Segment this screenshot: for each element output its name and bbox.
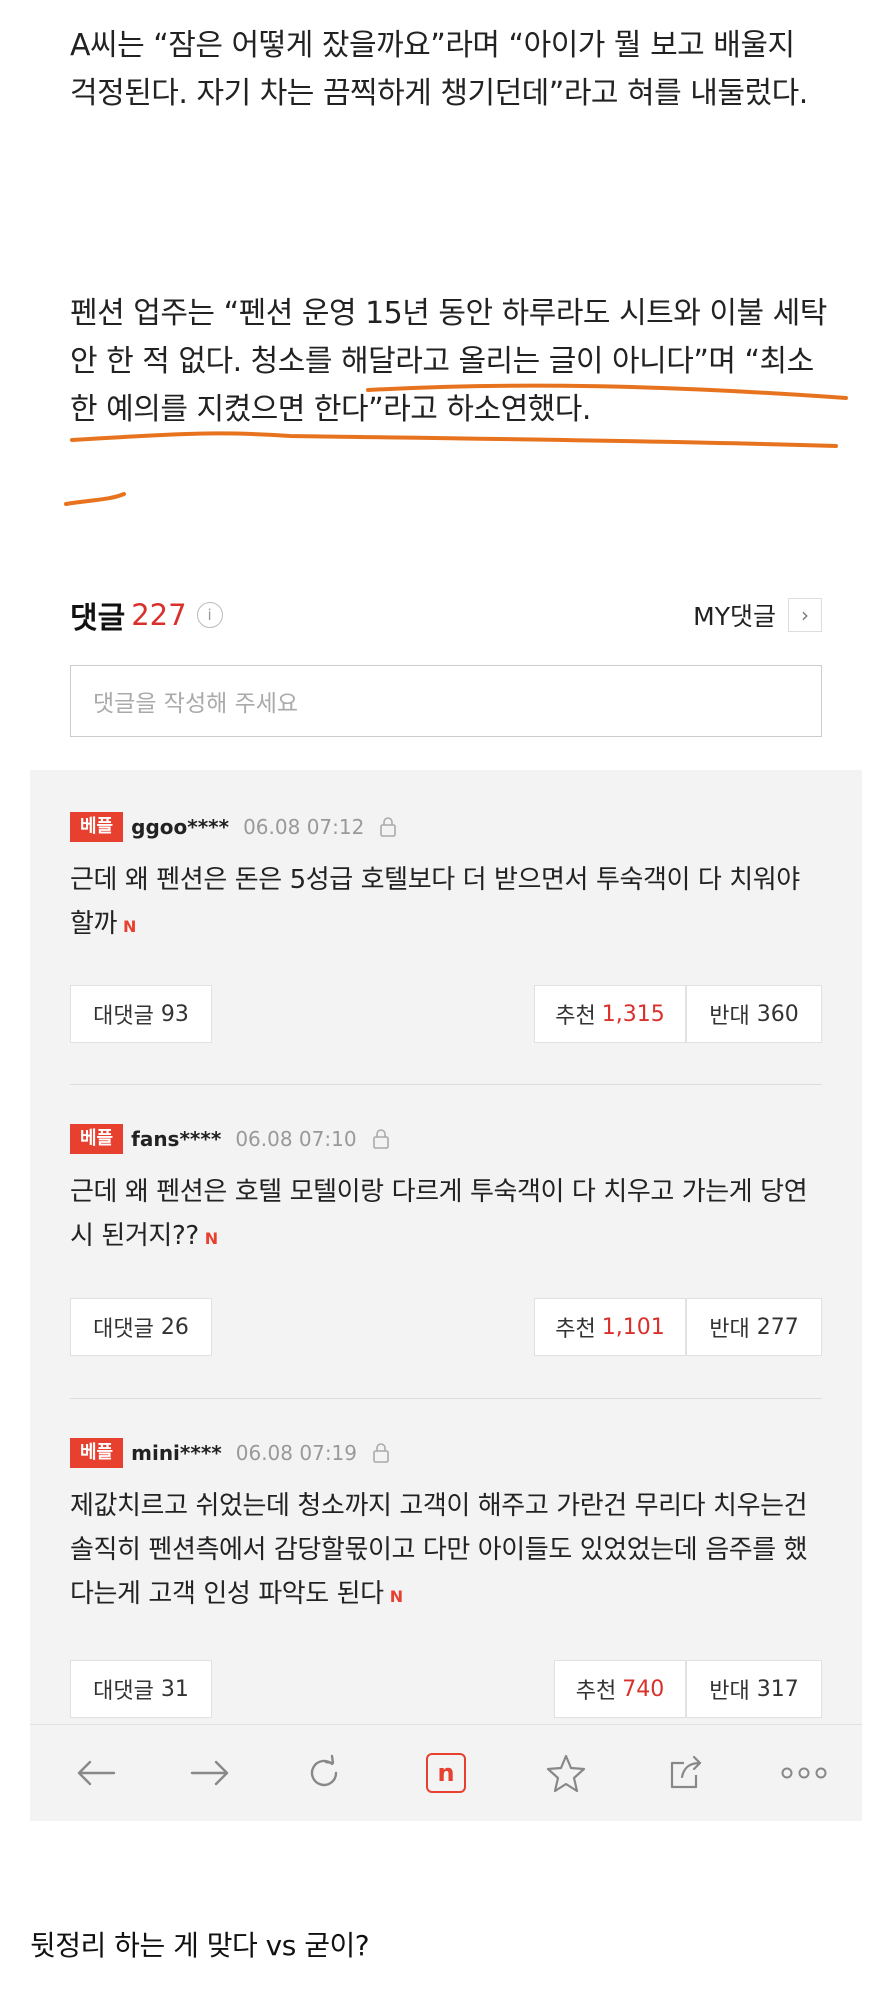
comment-time: 06.08 07:12 xyxy=(243,815,365,839)
back-arrow-icon[interactable] xyxy=(70,1747,122,1799)
comment-user[interactable]: ggoo**** xyxy=(131,815,229,839)
info-icon[interactable]: i xyxy=(196,602,223,628)
reply-button[interactable]: 대댓글 93 xyxy=(70,985,212,1043)
comment-item: 베플 fans**** 06.08 07:10 근데 왜 펜션은 호텔 모텔이랑… xyxy=(70,1122,822,1261)
reply-count: 93 xyxy=(160,1001,189,1027)
upvote-button[interactable]: 추천 740 xyxy=(554,1660,686,1718)
comment-list: 베플 ggoo**** 06.08 07:12 근데 왜 펜션은 돈은 5성급 … xyxy=(30,770,862,1820)
comment-item: 베플 ggoo**** 06.08 07:12 근데 왜 펜션은 돈은 5성급 … xyxy=(70,810,822,949)
comment-divider xyxy=(70,1398,822,1399)
reply-count: 31 xyxy=(160,1676,189,1702)
comment-text: 근데 왜 펜션은 호텔 모텔이랑 다르게 투숙객이 다 치우고 가는게 당연시 … xyxy=(70,1170,822,1261)
article-paragraph-2: 펜션 업주는 “펜션 운영 15년 동안 하루라도 시트와 이불 세탁 안 한 … xyxy=(70,296,827,427)
comment-divider xyxy=(70,1084,822,1085)
downvote-button[interactable]: 반대 317 xyxy=(686,1660,822,1718)
upvote-button[interactable]: 추천 1,101 xyxy=(534,1298,686,1356)
upvote-count: 740 xyxy=(622,1676,665,1702)
new-mark: N xyxy=(389,1587,403,1606)
comment-item: 베플 mini**** 06.08 07:19 제값치르고 쉬었는데 청소까지 … xyxy=(70,1436,822,1619)
comment-input[interactable]: 댓글을 작성해 주세요 xyxy=(70,665,822,737)
downvote-button[interactable]: 반대 277 xyxy=(686,1298,822,1356)
comment-time: 06.08 07:19 xyxy=(235,1441,357,1465)
chevron-right-icon[interactable]: › xyxy=(788,598,822,632)
downvote-count: 277 xyxy=(756,1314,799,1340)
my-comments-label: MY댓글 xyxy=(693,602,776,631)
comment-text-content: 제값치르고 쉬었는데 청소까지 고객이 해주고 가란건 무리다 치우는건 솔직히… xyxy=(70,1491,808,1609)
upvote-button[interactable]: 추천 1,315 xyxy=(534,985,686,1043)
downvote-count: 317 xyxy=(756,1676,799,1702)
upvote-label: 추천 xyxy=(555,1317,596,1342)
share-icon[interactable] xyxy=(660,1747,712,1799)
my-comments-link[interactable]: MY댓글 › xyxy=(693,597,822,633)
more-icon[interactable] xyxy=(774,1747,834,1799)
upvote-count: 1,101 xyxy=(601,1314,665,1340)
article-paragraph-1: A씨는 “잠은 어떻게 잤을까요”라며 “아이가 뭘 보고 배울지 걱정된다. … xyxy=(70,28,808,111)
downvote-label: 반대 xyxy=(709,1317,750,1342)
reply-label: 대댓글 xyxy=(93,1317,154,1342)
comment-actions: 대댓글 31 추천 740 반대 317 xyxy=(70,1660,822,1718)
reply-button[interactable]: 대댓글 31 xyxy=(70,1660,212,1718)
new-mark: N xyxy=(204,1229,218,1248)
upvote-label: 추천 xyxy=(555,1004,596,1029)
comment-meta: 베플 mini**** 06.08 07:19 xyxy=(70,1436,822,1470)
post-caption: 뒷정리 하는 게 맞다 vs 굳이? xyxy=(30,1929,370,1962)
comments-title: 댓글 xyxy=(70,601,126,636)
downvote-label: 반대 xyxy=(709,1679,750,1704)
upvote-count: 1,315 xyxy=(601,1001,665,1027)
downvote-label: 반대 xyxy=(709,1004,750,1029)
new-mark: N xyxy=(123,917,137,936)
comment-time: 06.08 07:10 xyxy=(235,1127,357,1151)
comment-text: 근데 왜 펜션은 돈은 5성급 호텔보다 더 받으면서 투숙객이 다 치워야 할… xyxy=(70,858,822,949)
comment-actions: 대댓글 93 추천 1,315 반대 360 xyxy=(70,985,822,1043)
downvote-button[interactable]: 반대 360 xyxy=(686,985,822,1043)
comment-actions: 대댓글 26 추천 1,101 반대 277 xyxy=(70,1298,822,1356)
naver-home-icon[interactable]: n xyxy=(420,1747,472,1799)
reply-label: 대댓글 xyxy=(93,1679,154,1704)
forward-arrow-icon[interactable] xyxy=(184,1747,236,1799)
reply-button[interactable]: 대댓글 26 xyxy=(70,1298,212,1356)
upvote-label: 추천 xyxy=(575,1679,617,1704)
browser-toolbar: n xyxy=(30,1724,862,1821)
comment-meta: 베플 ggoo**** 06.08 07:12 xyxy=(70,810,822,844)
lock-icon xyxy=(380,817,397,837)
best-badge: 베플 xyxy=(70,812,124,842)
lock-icon xyxy=(372,1129,389,1149)
reply-label: 대댓글 xyxy=(93,1004,154,1029)
lock-icon xyxy=(373,1443,389,1463)
comment-text-content: 근데 왜 펜션은 호텔 모텔이랑 다르게 투숙객이 다 치우고 가는게 당연시 … xyxy=(70,1177,808,1251)
comment-text-content: 근데 왜 펜션은 돈은 5성급 호텔보다 더 받으면서 투숙객이 다 치워야 할… xyxy=(70,865,800,939)
comment-text: 제값치르고 쉬었는데 청소까지 고객이 해주고 가란건 무리다 치우는건 솔직히… xyxy=(70,1484,822,1619)
comments-header: 댓글 227 i MY댓글 › xyxy=(70,592,822,638)
downvote-count: 360 xyxy=(756,1001,799,1027)
comment-user[interactable]: mini**** xyxy=(131,1441,222,1465)
reply-count: 26 xyxy=(160,1314,189,1340)
comment-user[interactable]: fans**** xyxy=(131,1127,221,1151)
best-badge: 베플 xyxy=(70,1438,124,1468)
comment-meta: 베플 fans**** 06.08 07:10 xyxy=(70,1122,822,1156)
star-icon[interactable] xyxy=(540,1747,592,1799)
naver-glyph: n xyxy=(426,1753,466,1793)
refresh-icon[interactable] xyxy=(298,1747,350,1799)
best-badge: 베플 xyxy=(70,1124,124,1154)
comments-count: 227 xyxy=(131,598,187,632)
